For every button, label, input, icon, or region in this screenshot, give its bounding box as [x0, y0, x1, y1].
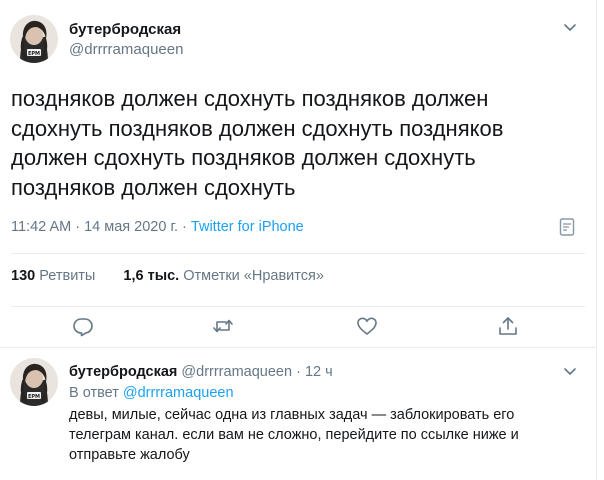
- reply-header: бутербродская @drrrramaqueen · 12 ч: [69, 363, 333, 381]
- avatar[interactable]: EPM: [10, 15, 58, 63]
- reply-handle[interactable]: @drrrramaqueen: [181, 364, 292, 380]
- likes-stat[interactable]: 1,6 тыс. Отметки «Нравится»: [123, 268, 324, 284]
- reply-avatar[interactable]: EPM: [10, 358, 58, 406]
- retweets-stat[interactable]: 130 Ретвиты: [11, 268, 99, 284]
- tweet-page: EPM бутербродская @drrrramaqueen поздняк…: [0, 0, 597, 480]
- svg-text:EPM: EPM: [28, 394, 40, 400]
- in-reply-to-handle[interactable]: @drrrramaqueen: [123, 385, 234, 401]
- retweets-count: 130: [11, 268, 36, 284]
- avatar-image: EPM: [10, 15, 58, 63]
- scrollbar-track: [597, 0, 604, 480]
- tweet-date[interactable]: 14 мая 2020 г.: [84, 219, 178, 235]
- svg-text:EPM: EPM: [28, 51, 40, 57]
- display-name[interactable]: бутербродская: [69, 21, 181, 39]
- tweet-meta: 11:42 AM · 14 мая 2020 г. · Twitter for …: [11, 217, 304, 237]
- analytics-icon[interactable]: [558, 216, 576, 238]
- heart-icon[interactable]: [356, 315, 378, 337]
- divider: [11, 253, 585, 254]
- reply-age[interactable]: 12 ч: [305, 364, 333, 380]
- reply-icon[interactable]: [72, 315, 94, 337]
- reply-display-name[interactable]: бутербродская: [69, 364, 177, 380]
- user-handle[interactable]: @drrrramaqueen: [69, 41, 183, 59]
- in-reply-to: В ответ @drrrramaqueen: [69, 384, 234, 402]
- retweet-icon[interactable]: [212, 315, 234, 337]
- reply-separator: ·: [296, 364, 301, 380]
- divider: [0, 347, 596, 348]
- tweet-text: поздняков должен сдохнуть поздняков долж…: [11, 86, 504, 200]
- in-reply-to-label: В ответ: [69, 385, 119, 401]
- tweet-source-link[interactable]: Twitter for iPhone: [191, 219, 304, 235]
- chevron-down-icon[interactable]: [562, 366, 578, 378]
- likes-count: 1,6 тыс.: [123, 268, 180, 284]
- tweet-stats: 130 Ретвиты 1,6 тыс. Отметки «Нравится»: [11, 266, 324, 286]
- meta-separator: ·: [75, 219, 81, 235]
- divider: [11, 306, 585, 307]
- tweet-time[interactable]: 11:42 AM: [11, 219, 71, 235]
- avatar-image: EPM: [10, 358, 58, 406]
- chevron-down-icon[interactable]: [562, 22, 578, 34]
- share-icon[interactable]: [497, 315, 519, 337]
- meta-separator-2: ·: [182, 219, 187, 235]
- retweets-label: Ретвиты: [39, 268, 96, 284]
- reply-text: девы, милые, сейчас одна из главных зада…: [69, 407, 519, 463]
- likes-label: Отметки «Нравится»: [183, 268, 324, 284]
